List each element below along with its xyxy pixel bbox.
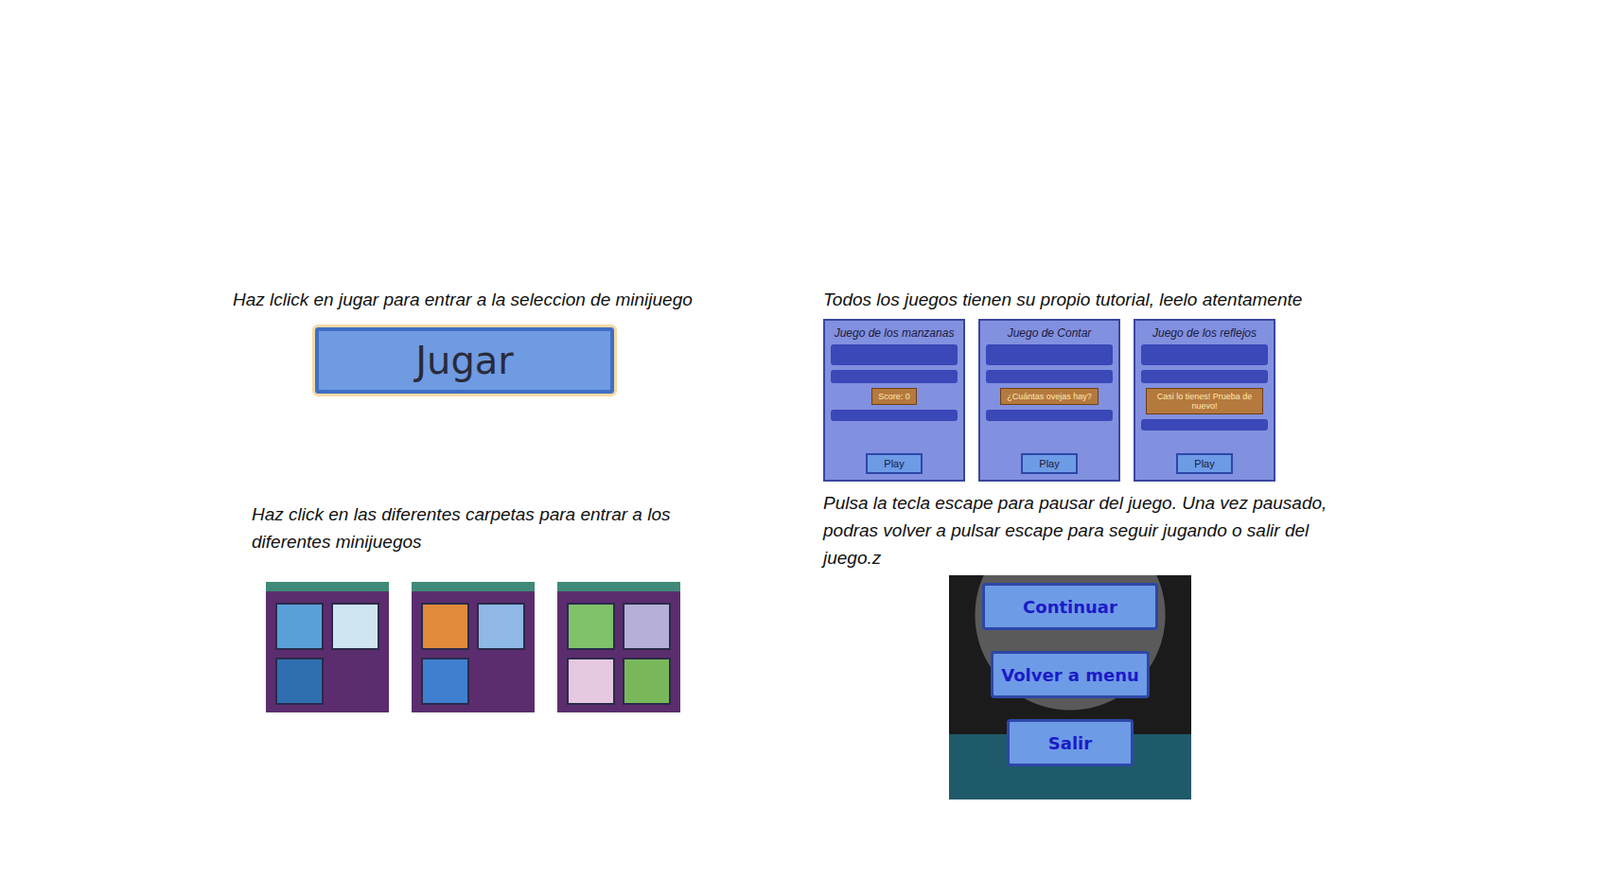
pause-button[interactable]: Salir [1006,719,1134,767]
tutorial-card: Juego de los manzanas Score: 0 Play [823,318,966,482]
card-panel [830,369,958,384]
card-extra: Casi lo tienes! Prueba de nuevo! [1145,387,1264,415]
folder-thumbnail [421,602,470,651]
card-panel [985,409,1113,422]
folder[interactable] [557,581,681,713]
card-panel [1141,419,1268,431]
folder-thumbnail [622,657,671,705]
play-tutorial-button[interactable]: Play [865,453,923,475]
card-panel [1141,369,1268,384]
folder[interactable] [265,581,389,713]
card-panel [830,409,958,422]
folders-hint: Haz click en las diferentes carpetas par… [251,500,687,556]
menu-column: Haz lclick en jugar para entrar a la sel… [232,285,782,896]
pause-button[interactable]: Volver a menu [990,650,1150,699]
play-tutorial-button[interactable]: Play [1176,453,1233,475]
card-title: Juego de los reflejos [1141,326,1268,340]
pause-menu: Continuar Volver a menu Salir [949,575,1192,800]
card-panel [1141,344,1268,366]
folder-thumbnail [566,657,616,705]
folder-thumbnail [421,657,470,705]
tutorial-column: Todos los juegos tienen su propio tutori… [823,285,1391,896]
folder[interactable] [411,581,535,713]
folder-thumbnail [275,657,324,705]
tutorial-hint: Todos los juegos tienen su propio tutori… [823,285,1391,314]
page: Haz lclick en jugar para entrar a la sel… [0,0,1600,896]
folder-thumbnail [622,602,671,651]
folder-row [265,581,782,713]
card-title: Juego de Contar [985,326,1113,340]
tutorial-card: Juego de Contar ¿Cuántas ovejas hay? Play [978,318,1121,482]
folder-thumbnail [331,602,380,651]
pause-button[interactable]: Continuar [982,582,1159,631]
card-title: Juego de los manzanas [830,326,958,340]
card-extra: ¿Cuántas ovejas hay? [1000,387,1099,405]
folder-thumbnail [566,602,616,651]
folder-thumbnail [275,602,324,651]
play-button[interactable]: Jugar [312,324,617,397]
tutorial-cards: Juego de los manzanasScore: 0PlayJuego d… [823,318,1391,482]
tutorial-card: Juego de los reflejos Casi lo tienes! Pru… [1133,318,1276,482]
card-panel [830,344,958,366]
folder-thumbnail [476,602,526,651]
play-tutorial-button[interactable]: Play [1020,453,1078,475]
play-hint: Haz lclick en jugar para entrar a la sel… [232,285,763,314]
pause-hint: Pulsa la tecla escape para pausar del ju… [823,489,1354,572]
card-extra: Score: 0 [871,387,917,405]
card-panel [985,369,1113,384]
card-panel [985,344,1113,366]
